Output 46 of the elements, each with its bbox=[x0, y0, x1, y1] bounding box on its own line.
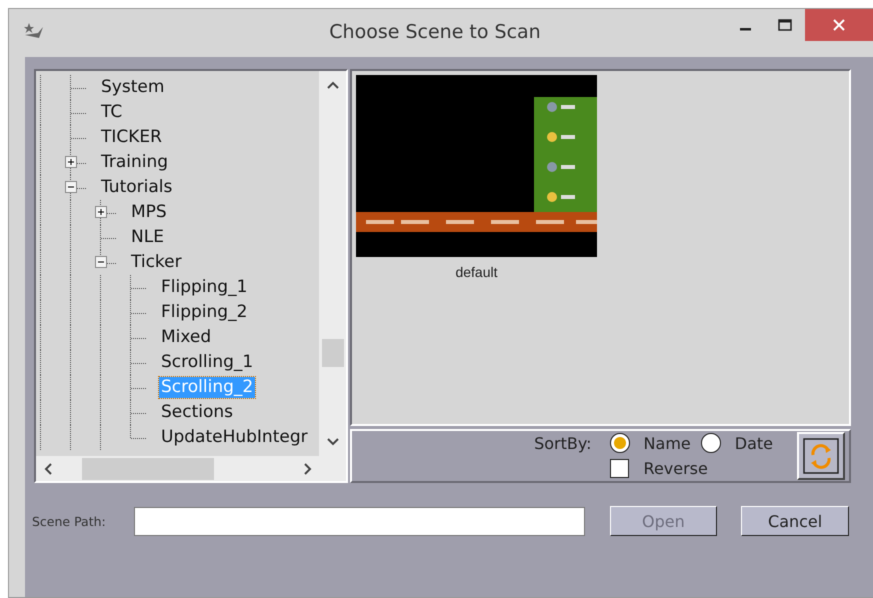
scroll-up-icon[interactable] bbox=[326, 81, 338, 89]
tree-item[interactable]: UpdateHubIntegr bbox=[159, 427, 310, 448]
tree-item[interactable]: Ticker bbox=[129, 252, 184, 273]
tree-item[interactable]: TICKER bbox=[99, 127, 164, 148]
scene-path-label: Scene Path: bbox=[32, 514, 107, 528]
vertical-scrollbar[interactable] bbox=[319, 71, 346, 456]
tree-item[interactable]: Training bbox=[99, 152, 170, 173]
checkbox[interactable] bbox=[610, 459, 629, 478]
tree-item[interactable]: Mixed bbox=[159, 327, 214, 348]
scene-thumbnail-drawing[interactable] bbox=[356, 75, 597, 257]
scrollbar-thumb[interactable] bbox=[322, 339, 344, 367]
collapse-icon[interactable] bbox=[95, 256, 107, 268]
scene-name: default bbox=[455, 264, 498, 280]
collapse-icon[interactable] bbox=[65, 181, 77, 193]
tree-item[interactable]: Flipping_2 bbox=[159, 302, 250, 323]
radio-button[interactable] bbox=[700, 433, 721, 453]
tree-item[interactable]: TC bbox=[99, 102, 124, 123]
scrollbar-thumb[interactable] bbox=[82, 458, 214, 480]
checkbox-label: Reverse bbox=[644, 459, 709, 478]
tree-item[interactable]: MPS bbox=[129, 202, 169, 223]
tree-item[interactable]: Scrolling_1 bbox=[159, 352, 256, 373]
tree-item[interactable]: Sections bbox=[159, 402, 236, 423]
tree-item[interactable]: Tutorials bbox=[99, 177, 174, 198]
app-icon bbox=[23, 21, 45, 41]
scene-path-field[interactable] bbox=[134, 506, 584, 536]
close-button[interactable] bbox=[805, 9, 873, 41]
close-icon bbox=[833, 19, 845, 31]
minimize-icon bbox=[740, 28, 750, 30]
window-title: Choose Scene to Scan bbox=[328, 21, 542, 43]
radio-label: Name bbox=[644, 434, 691, 452]
expand-icon[interactable] bbox=[95, 206, 107, 218]
horizontal-scrollbar[interactable] bbox=[36, 456, 346, 481]
scroll-right-icon[interactable] bbox=[304, 462, 312, 474]
dialog-button[interactable]: Cancel bbox=[741, 506, 849, 536]
maximize-icon bbox=[778, 19, 792, 31]
tree-item[interactable]: System bbox=[99, 77, 166, 98]
sort-label: SortBy: bbox=[534, 434, 592, 452]
radio-button[interactable] bbox=[610, 433, 630, 453]
expand-icon[interactable] bbox=[65, 156, 77, 168]
refresh-button[interactable] bbox=[797, 432, 845, 480]
tree-item[interactable]: NLE bbox=[129, 227, 166, 248]
scroll-down-icon[interactable] bbox=[326, 438, 338, 446]
tree-item[interactable]: Flipping_1 bbox=[159, 277, 250, 298]
scroll-left-icon[interactable] bbox=[44, 462, 52, 474]
refresh-icon bbox=[803, 438, 839, 474]
radio-label: Date bbox=[734, 434, 773, 452]
